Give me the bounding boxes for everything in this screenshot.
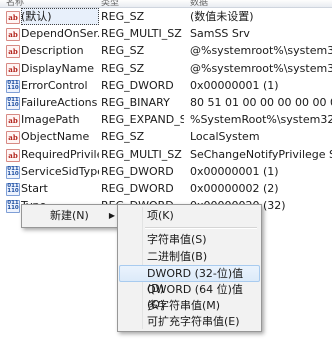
- value-type: REG_SZ: [101, 61, 145, 75]
- value-name: Description: [21, 44, 84, 58]
- menu-item-multi-string-value-label: 多字符串值(M): [147, 299, 221, 312]
- registry-value-list: ab (默认) REG_SZ (数值未设置) ab DependOnSer... REG_M…: [0, 8, 332, 214]
- table-row[interactable]: abImagePath REG_EXPAND_SZ %SystemRoot%\sys…: [0, 111, 332, 128]
- value-data: SamSS Srv: [190, 27, 250, 41]
- table-row[interactable]: ab ObjectName REG_SZ LocalSystem: [0, 128, 332, 145]
- list-header: 名称 类型 数据: [0, 0, 332, 8]
- menu-item-new-label: 新建(N): [50, 209, 89, 222]
- menu-item-qword-value[interactable]: QWORD (64 位)值(Q): [120, 282, 259, 311]
- binary-value-icon: 011 110: [6, 96, 20, 110]
- menu-item-key[interactable]: 项(K): [120, 208, 259, 223]
- column-name-header[interactable]: 名称: [6, 0, 24, 7]
- binary-value-icon: 011 110: [6, 79, 20, 93]
- value-name: ObjectName: [21, 130, 90, 144]
- column-data-header[interactable]: 数据: [190, 0, 208, 7]
- value-data: 0x00000001 (1): [190, 78, 279, 92]
- value-name: (默认): [21, 8, 99, 25]
- string-value-icon: ab: [6, 131, 20, 145]
- menu-item-binary-value-label: 二进制值(B): [147, 250, 208, 263]
- table-row[interactable]: ab Description REG_SZ @%systemroot%\system3…: [0, 42, 332, 59]
- value-name: DisplayName: [21, 61, 94, 75]
- value-data: LocalSystem: [190, 130, 260, 144]
- value-name: DependOnSer...: [21, 27, 99, 41]
- table-row[interactable]: 011 110 Start REG_DWORD 0x00000002 (2): [0, 180, 332, 197]
- menu-item-expandable-string-value[interactable]: 可扩充字符串值(E): [120, 314, 259, 329]
- value-data: 0x00000001 (1): [190, 164, 279, 178]
- string-value-icon: ab: [6, 28, 20, 42]
- value-name: ImagePath: [21, 113, 80, 127]
- menu-item-string-value-label: 字符串值(S): [147, 233, 207, 246]
- menu-item-new[interactable]: 新建(N) ▶: [24, 207, 121, 225]
- string-value-icon: ab: [6, 148, 20, 162]
- value-type: REG_MULTI_SZ: [101, 147, 182, 161]
- menu-separator: [145, 227, 257, 229]
- value-name: FailureActions: [21, 95, 98, 109]
- table-row[interactable]: 011 110 ServiceSidType REG_DWORD 0x00000001 …: [0, 163, 332, 180]
- string-value-icon: ab: [6, 11, 20, 24]
- table-row[interactable]: ab (默认) REG_SZ (数值未设置): [0, 8, 332, 25]
- value-type: REG_SZ: [101, 130, 145, 144]
- value-data: %SystemRoot%\system32\svch: [190, 113, 332, 127]
- value-type: REG_BINARY: [101, 95, 170, 109]
- value-name: ErrorControl: [21, 78, 88, 92]
- table-row[interactable]: 011 110 ErrorControl REG_DWORD 0x00000001 (1…: [0, 77, 332, 94]
- value-type: REG_DWORD: [101, 181, 174, 195]
- new-submenu: 项(K) 字符串值(S) 二进制值(B) DWORD (32-位)值(D) QW…: [117, 204, 262, 332]
- menu-item-key-label: 项(K): [147, 209, 174, 222]
- value-type: REG_SZ: [101, 44, 145, 58]
- value-data: 80 51 01 00 00 00 00 00 00 00: [190, 95, 332, 109]
- column-type-header[interactable]: 类型: [101, 0, 119, 7]
- value-data: @%systemroot%\system32\srv: [190, 61, 332, 75]
- table-row[interactable]: ab DisplayName REG_SZ @%systemroot%\system3…: [0, 60, 332, 77]
- binary-value-icon: 011 110: [6, 182, 20, 196]
- value-name: ServiceSidType: [21, 164, 99, 178]
- value-type: REG_DWORD: [101, 164, 174, 178]
- value-type: REG_EXPAND_SZ: [101, 113, 184, 127]
- submenu-arrow-icon: ▶: [108, 211, 115, 220]
- value-data: 0x00000002 (2): [190, 181, 279, 195]
- context-menu: 新建(N) ▶: [21, 204, 124, 228]
- value-name: Start: [21, 181, 48, 195]
- value-type: REG_SZ: [101, 10, 145, 23]
- string-value-icon: ab: [6, 114, 20, 128]
- value-data: @%systemroot%\system32\srv: [190, 44, 332, 58]
- menu-item-dword-value[interactable]: DWORD (32-位)值(D): [119, 265, 260, 295]
- value-type: REG_DWORD: [101, 78, 174, 92]
- value-data: SeChangeNotifyPrivilege SeImp: [190, 147, 332, 161]
- menu-item-multi-string-value[interactable]: 多字符串值(M): [120, 298, 259, 313]
- table-row[interactable]: abRequiredPrivile...REG_MULTI_SZ SeChange…: [0, 146, 332, 163]
- table-row[interactable]: ab DependOnSer... REG_MULTI_SZ SamSS Srv: [0, 25, 332, 42]
- binary-value-icon: 011 110: [6, 165, 20, 179]
- value-data: (数值未设置): [190, 10, 254, 23]
- string-value-icon: ab: [6, 62, 20, 76]
- menu-item-binary-value[interactable]: 二进制值(B): [120, 249, 259, 264]
- value-type: REG_MULTI_SZ: [101, 27, 182, 41]
- value-name: RequiredPrivile...: [21, 147, 99, 161]
- menu-item-string-value[interactable]: 字符串值(S): [120, 232, 259, 247]
- binary-value-icon: 011 110: [6, 200, 20, 214]
- menu-item-expandable-string-value-label: 可扩充字符串值(E): [147, 315, 240, 328]
- string-value-icon: ab: [6, 45, 20, 59]
- table-row[interactable]: 011 110 FailureActions REG_BINARY 80 51 01 0…: [0, 94, 332, 111]
